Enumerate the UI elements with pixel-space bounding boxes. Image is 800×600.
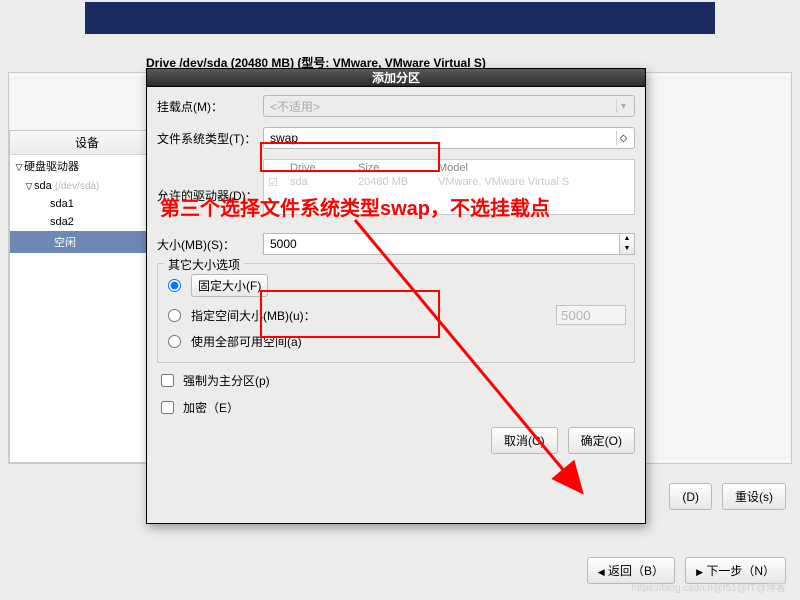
force-primary-checkbox[interactable] [161, 374, 174, 387]
force-primary-label: 强制为主分区(p) [183, 372, 270, 389]
chevron-down-icon: ◇ [616, 131, 630, 145]
dialog-title: 添加分区 [147, 69, 645, 87]
option-fixed-row[interactable]: 固定大小(F) [166, 270, 626, 301]
dialog-actions: 取消(C) 确定(O) [147, 417, 645, 464]
tree-item-sda2[interactable]: sda2 [10, 213, 164, 231]
allowed-drives-label: 允许的驱动器(D)： [157, 159, 263, 204]
tree-root-hdd[interactable]: ▽硬盘驱动器 [10, 155, 164, 177]
checkbox-icon: ☑ [268, 176, 288, 189]
option-upto-row[interactable]: 指定空间大小(MB)(u)： [166, 301, 626, 329]
size-label: 大小(MB)(S)： [157, 236, 263, 253]
spinner-up-icon[interactable]: ▲ [620, 234, 634, 244]
option-fill-label: 使用全部可用空间(a) [191, 333, 302, 350]
size-row: 大小(MB)(S)： ▲ ▼ [157, 233, 635, 255]
chevron-down-icon: ▾ [616, 99, 630, 113]
tree-item-sda[interactable]: ▽sda (/dev/sda) [10, 177, 164, 195]
spinner-down-icon[interactable]: ▼ [620, 244, 634, 254]
option-fixed-label: 固定大小(F) [191, 274, 268, 297]
add-partition-dialog: 添加分区 挂载点(M)： <不适用> ▾ 文件系统类型(T)： swap ◇ 允… [146, 68, 646, 524]
option-fill-radio[interactable] [168, 335, 181, 348]
fstype-label: 文件系统类型(T)： [157, 130, 263, 147]
size-input[interactable] [263, 233, 619, 255]
arrow-right-icon: ▶ [696, 567, 703, 577]
tree-header-device[interactable]: 设备 [10, 131, 164, 155]
fstype-value: swap [270, 131, 298, 145]
mount-point-combo[interactable]: <不适用> ▾ [263, 95, 635, 117]
fstype-combo[interactable]: swap ◇ [263, 127, 635, 149]
fstype-row: 文件系统类型(T)： swap ◇ [157, 127, 635, 149]
option-upto-radio[interactable] [168, 309, 181, 322]
force-primary-row[interactable]: 强制为主分区(p) [157, 371, 635, 390]
mount-point-label: 挂载点(M)： [157, 98, 263, 115]
encrypt-checkbox[interactable] [161, 401, 174, 414]
allowed-drives-list[interactable]: Drive Size Model ☑ sda 20480 MB VMware, … [263, 159, 635, 215]
watermark: https://blog.csdn.n@f51@fT@博客 [632, 579, 786, 594]
device-tree: 设备 ▽硬盘驱动器 ▽sda (/dev/sda) sda1 sda2 空闲 [9, 130, 165, 463]
size-options-frame: 其它大小选项 固定大小(F) 指定空间大小(MB)(u)： 使用全部可用空间(a… [157, 263, 635, 363]
option-upto-input [556, 305, 626, 325]
ok-button[interactable]: 确定(O) [568, 427, 635, 454]
tree-item-sda1[interactable]: sda1 [10, 195, 164, 213]
option-fixed-radio[interactable] [168, 279, 181, 292]
arrow-left-icon: ◀ [598, 567, 605, 577]
delete-button[interactable]: (D) [669, 483, 712, 510]
tree-item-free[interactable]: 空闲 [10, 231, 164, 253]
spinner-buttons[interactable]: ▲ ▼ [619, 233, 635, 255]
bg-action-row: (D) 重设(s) [669, 483, 786, 510]
cancel-button[interactable]: 取消(C) [491, 427, 558, 454]
drive-row-sda[interactable]: ☑ sda 20480 MB VMware, VMware Virtual S [264, 174, 634, 191]
option-upto-label: 指定空间大小(MB)(u)： [191, 307, 316, 324]
encrypt-row[interactable]: 加密（E） [157, 398, 635, 417]
drives-header: Drive Size Model [264, 162, 634, 174]
mount-point-value: <不适用> [270, 98, 320, 115]
size-options-legend: 其它大小选项 [164, 256, 244, 273]
size-spinner[interactable]: ▲ ▼ [263, 233, 635, 255]
mount-point-row: 挂载点(M)： <不适用> ▾ [157, 95, 635, 117]
reset-button[interactable]: 重设(s) [722, 483, 786, 510]
allowed-drives-row: 允许的驱动器(D)： Drive Size Model ☑ sda 20480 … [157, 159, 635, 223]
top-banner [85, 2, 715, 34]
encrypt-label: 加密（E） [183, 399, 239, 416]
option-fill-row[interactable]: 使用全部可用空间(a) [166, 329, 626, 354]
